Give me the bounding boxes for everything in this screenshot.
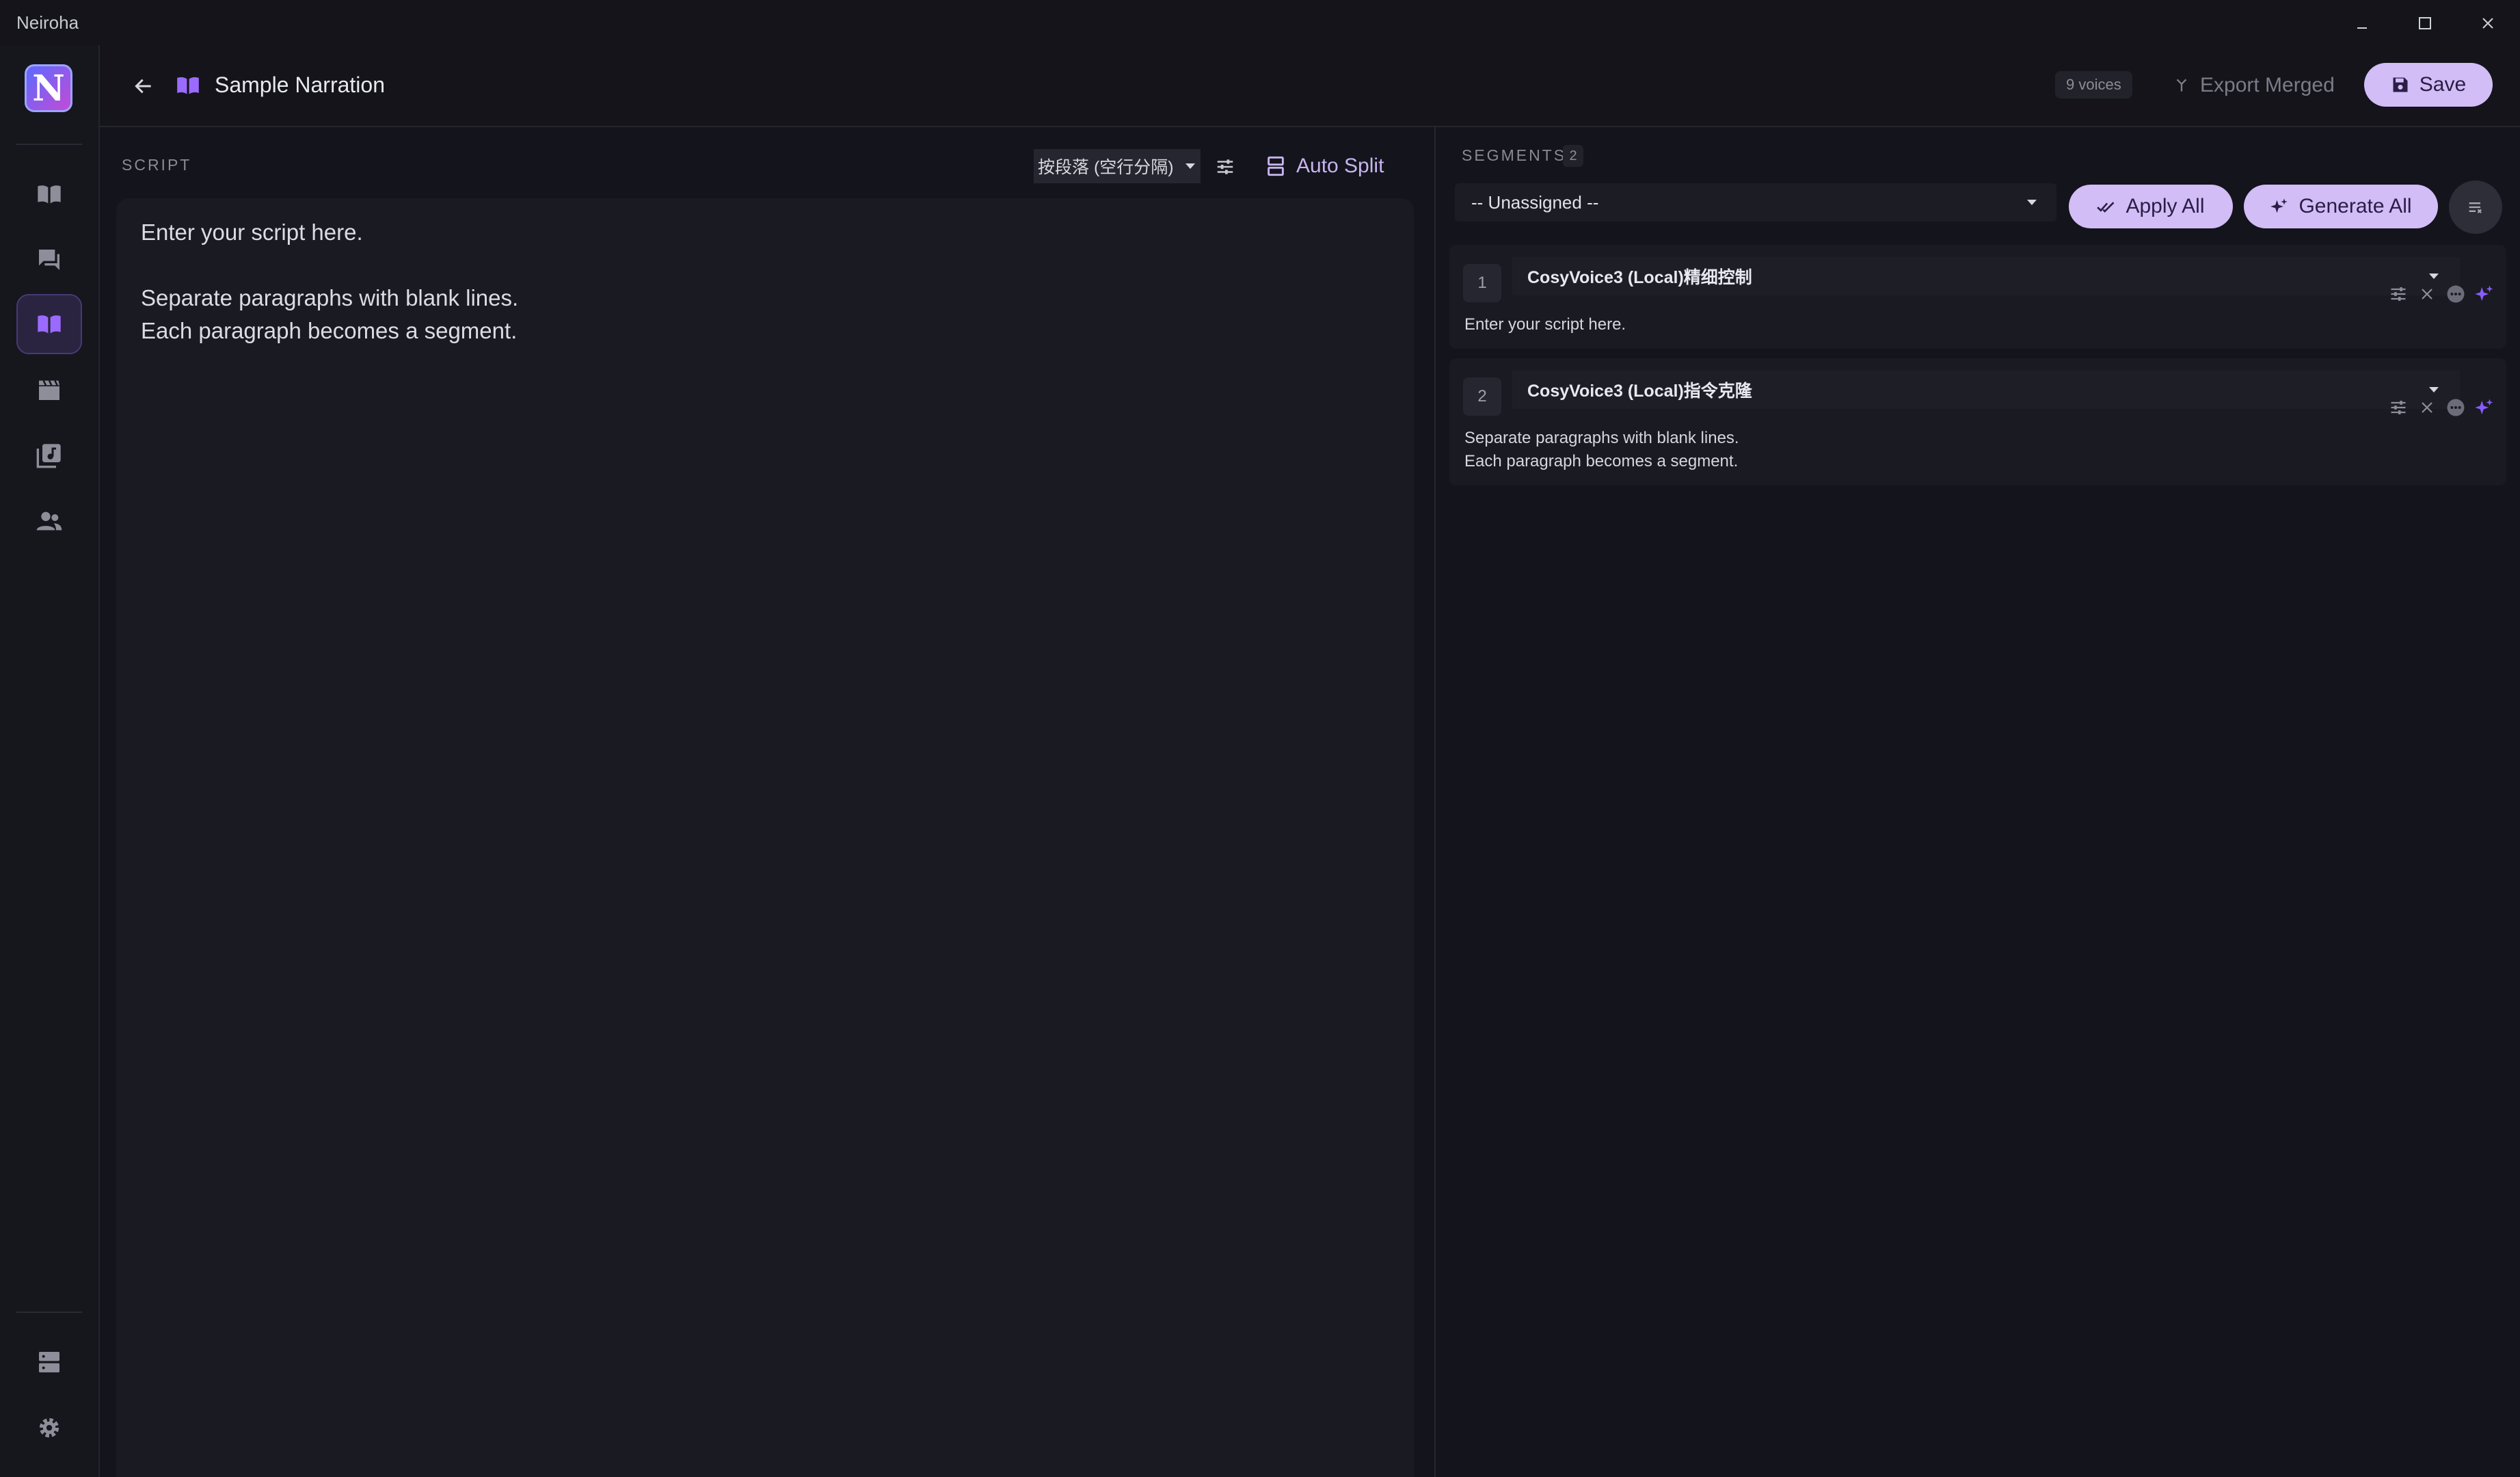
narration-title-icon-wrap bbox=[175, 72, 201, 98]
sparkle-icon bbox=[2475, 399, 2493, 414]
segment-generate-button[interactable] bbox=[2472, 282, 2497, 306]
minimize-button[interactable] bbox=[2338, 7, 2386, 40]
sidebar-divider-bottom bbox=[16, 1312, 82, 1313]
close-window-button[interactable] bbox=[2464, 7, 2512, 40]
segment-index: 1 bbox=[1463, 264, 1501, 302]
segments-section-label: SEGMENTS bbox=[1462, 146, 1567, 164]
segment-voice-select[interactable]: CosyVoice3 (Local)指令克隆 bbox=[1512, 371, 2460, 409]
nav-settings[interactable] bbox=[16, 1398, 82, 1458]
close-icon bbox=[2482, 18, 2493, 29]
apply-all-button[interactable]: Apply All bbox=[2069, 185, 2233, 228]
chat-icon bbox=[39, 250, 59, 270]
logo-letter: N bbox=[32, 67, 65, 109]
segments-menu-button[interactable] bbox=[2449, 181, 2502, 234]
bulk-voice-select[interactable]: -- Unassigned -- bbox=[1455, 183, 2056, 222]
chevron-down-icon bbox=[2429, 274, 2439, 279]
chevron-down-icon bbox=[1185, 163, 1195, 169]
split-settings-button[interactable] bbox=[1210, 152, 1240, 182]
maximize-button[interactable] bbox=[2401, 7, 2449, 40]
split-mode-value: 按段落 (空行分隔) bbox=[1038, 158, 1174, 177]
nav-users[interactable] bbox=[16, 491, 82, 551]
script-section-label: SCRIPT bbox=[122, 156, 192, 174]
nav-storage[interactable] bbox=[16, 1332, 82, 1392]
title-bar bbox=[0, 0, 2520, 45]
nav-video[interactable] bbox=[16, 360, 82, 420]
segment-card: 1 CosyVoice3 (Local)精细控制 Enter your scri… bbox=[1449, 245, 2506, 349]
split-icon bbox=[1268, 156, 1284, 176]
nav-library[interactable] bbox=[16, 425, 82, 485]
sidebar-divider bbox=[16, 144, 82, 145]
script-textarea[interactable]: Enter your script here. Separate paragra… bbox=[116, 198, 1414, 1477]
nav-chat[interactable] bbox=[16, 230, 82, 290]
apply-all-label: Apply All bbox=[2126, 195, 2205, 217]
minimize-icon bbox=[2357, 27, 2367, 29]
playlist-icon bbox=[2469, 202, 2482, 213]
segment-card: 2 CosyVoice3 (Local)指令克隆 Separate paragr… bbox=[1449, 358, 2506, 485]
sparkle-icon bbox=[2270, 198, 2288, 213]
narration-book-icon bbox=[177, 77, 199, 94]
tune-icon bbox=[1217, 159, 1233, 174]
chevron-down-icon bbox=[2429, 387, 2439, 392]
segment-generate-button[interactable] bbox=[2472, 395, 2497, 420]
segment-voice-value: CosyVoice3 (Local)指令克隆 bbox=[1527, 382, 1752, 401]
double-check-icon bbox=[2097, 202, 2115, 213]
more-horizontal-icon bbox=[2447, 399, 2465, 416]
merge-icon bbox=[2176, 79, 2187, 92]
voices-count-badge: 9 voices bbox=[2055, 71, 2132, 98]
segment-index: 2 bbox=[1463, 377, 1501, 416]
nav-narration[interactable] bbox=[16, 294, 82, 354]
close-icon bbox=[2422, 402, 2432, 413]
sparkle-icon bbox=[2475, 285, 2493, 301]
export-merged-button[interactable]: Export Merged bbox=[2164, 64, 2343, 107]
segment-voice-select[interactable]: CosyVoice3 (Local)精细控制 bbox=[1512, 257, 2460, 295]
save-icon bbox=[2393, 77, 2408, 92]
more-horizontal-icon bbox=[2447, 285, 2465, 303]
segment-text: Enter your script here. bbox=[1464, 315, 1626, 334]
save-button[interactable]: Save bbox=[2364, 63, 2493, 107]
chevron-down-icon bbox=[2027, 200, 2037, 205]
bulk-voice-value: -- Unassigned -- bbox=[1471, 191, 1599, 213]
segments-count-badge: 2 bbox=[1563, 145, 1583, 167]
generate-all-label: Generate All bbox=[2298, 195, 2412, 217]
narration-book-icon bbox=[38, 315, 61, 334]
segment-text: Separate paragraphs with blank lines. Ea… bbox=[1464, 429, 1739, 470]
gear-icon bbox=[39, 1418, 59, 1438]
generate-all-button[interactable]: Generate All bbox=[2244, 185, 2438, 228]
close-icon bbox=[2422, 289, 2432, 300]
tune-icon bbox=[2391, 401, 2406, 414]
maximize-icon bbox=[2419, 17, 2431, 29]
clapperboard-icon bbox=[39, 380, 59, 400]
storage-icon bbox=[39, 1352, 59, 1372]
segment-more-button[interactable] bbox=[2443, 395, 2468, 420]
page-header bbox=[100, 45, 2520, 127]
auto-split-label: Auto Split bbox=[1296, 155, 1384, 177]
app-title: Neiroha bbox=[16, 12, 79, 33]
split-mode-select[interactable]: 按段落 (空行分隔) bbox=[1034, 149, 1201, 183]
app-logo: N bbox=[25, 64, 72, 112]
nav-books[interactable] bbox=[16, 164, 82, 224]
segment-settings-button[interactable] bbox=[2386, 395, 2411, 420]
arrow-left-icon bbox=[135, 79, 151, 94]
page-title: Sample Narration bbox=[215, 72, 385, 97]
segment-settings-button[interactable] bbox=[2386, 282, 2411, 306]
people-icon bbox=[36, 511, 62, 531]
export-merged-label: Export Merged bbox=[2200, 74, 2335, 96]
auto-split-button[interactable]: Auto Split bbox=[1266, 149, 1384, 183]
save-label: Save bbox=[2419, 73, 2467, 96]
segment-more-button[interactable] bbox=[2443, 282, 2468, 306]
music-library-icon bbox=[36, 444, 61, 468]
segment-remove-button[interactable] bbox=[2415, 395, 2439, 420]
back-button[interactable] bbox=[129, 71, 159, 101]
panel-divider[interactable] bbox=[1434, 127, 1436, 1477]
book-open-icon bbox=[38, 185, 61, 204]
segment-remove-button[interactable] bbox=[2415, 282, 2439, 306]
segment-voice-value: CosyVoice3 (Local)精细控制 bbox=[1527, 268, 1752, 287]
tune-icon bbox=[2391, 287, 2406, 301]
